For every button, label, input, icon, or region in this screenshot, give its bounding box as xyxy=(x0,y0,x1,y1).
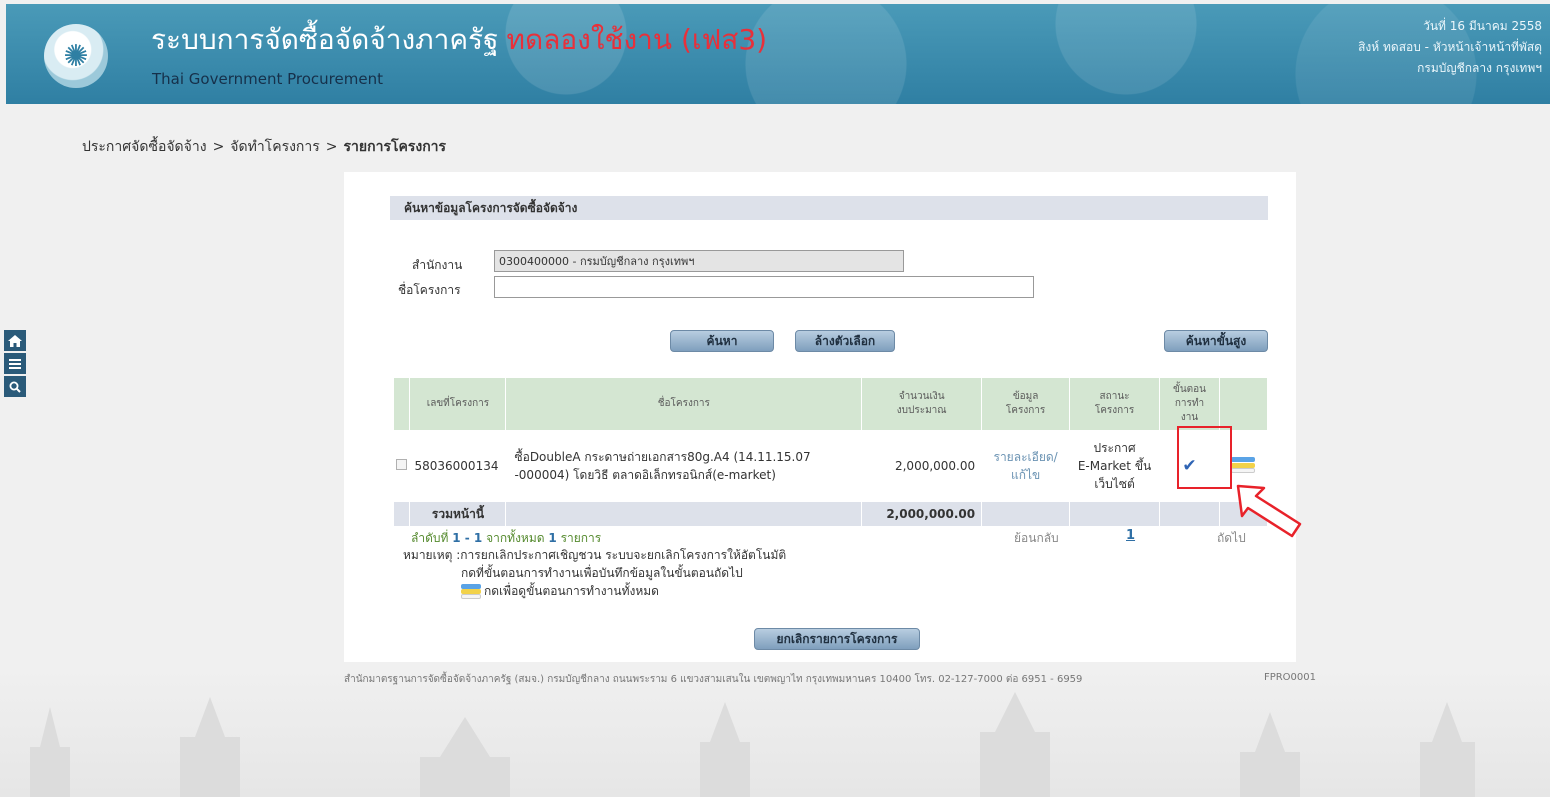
sum-row: รวมหน้านี้ 2,000,000.00 xyxy=(394,502,1269,526)
sum-value: 2,000,000.00 xyxy=(861,502,983,526)
header-project-no: เลขที่โครงการ xyxy=(409,378,507,430)
breadcrumb-item-announce[interactable]: ประกาศจัดซื้อจัดจ้าง xyxy=(82,139,207,155)
pager-items: รายการ xyxy=(560,531,602,545)
sum-empty-cell xyxy=(505,502,863,526)
notes-section: หมายเหตุ :การยกเลิกประกาศเชิญชวน ระบบจะย… xyxy=(403,546,786,600)
footer-code: FPRO0001 xyxy=(1263,672,1316,683)
breadcrumb-item-create[interactable]: จัดทำโครงการ xyxy=(230,139,319,155)
detail-link[interactable]: รายละเอียด/ แก้ไข xyxy=(981,430,1071,502)
header-status: สถานะ โครงการ xyxy=(1069,378,1161,430)
project-no-cell: 58036000134 xyxy=(409,430,507,502)
header-project-name: ชื่อโครงการ xyxy=(505,378,863,430)
sum-empty-cell xyxy=(394,502,411,526)
search-icon[interactable] xyxy=(4,376,26,397)
pager-prefix: ลำดับที่ xyxy=(411,531,449,545)
sum-empty-cell xyxy=(1159,502,1220,526)
row-checkbox-cell xyxy=(394,430,411,502)
breadcrumb: ประกาศจัดซื้อจัดจ้าง > จัดทำโครงการ > รายการ… xyxy=(82,136,446,158)
site-title-text: ระบบการจัดซื้อจัดจ้างภาครัฐ xyxy=(151,23,499,56)
detail-link-line1[interactable]: รายละเอียด/ xyxy=(982,448,1069,466)
header-step-line2: การทำ xyxy=(1174,398,1205,409)
current-date: วันที่ 16 มีนาคม 2558 xyxy=(1423,19,1542,33)
note-line3-row: กดเพื่อดูขั้นตอนการทำงานทั้งหมด xyxy=(403,582,786,600)
sum-empty-cell xyxy=(981,502,1071,526)
user-name[interactable]: สิงห์ ทดสอบ - หัวหน้าเจ้าหน้าที่พัสดุ xyxy=(1358,37,1542,58)
breadcrumb-separator: > xyxy=(325,139,338,155)
site-header: ✺ ระบบการจัดซื้อจัดจ้างภาครัฐ ทดลองใช้งาน… xyxy=(6,4,1550,104)
footer: สำนักมาตรฐานการจัดซื้อจัดจ้างภาครัฐ (สมจ… xyxy=(344,672,1316,687)
office-field[interactable] xyxy=(494,250,904,272)
detail-link-line2[interactable]: แก้ไข xyxy=(982,466,1069,484)
sum-empty-cell xyxy=(1069,502,1161,526)
all-steps-icon[interactable] xyxy=(1231,456,1256,474)
table-row: 58036000134 ซื้อDoubleA กระดาษถ่ายเอกสาร… xyxy=(394,430,1269,502)
row-checkbox[interactable] xyxy=(396,459,408,470)
status-line3: เว็บไซต์ xyxy=(1094,477,1135,491)
project-name-input[interactable] xyxy=(494,276,1034,298)
menu-icon[interactable] xyxy=(4,353,26,374)
pager-total: 1 xyxy=(548,531,557,545)
header-checkbox-col xyxy=(394,378,411,430)
footer-text: สำนักมาตรฐานการจัดซื้อจัดจ้างภาครัฐ (สมจ… xyxy=(344,674,1083,685)
status-line2: E-Market ขึ้น xyxy=(1077,459,1152,473)
step-highlight-box xyxy=(1177,426,1232,489)
search-section-title: ค้นหาข้อมูลโครงการจัดซื้อจัดจ้าง xyxy=(390,196,1268,220)
pager-from-all: จากทั้งหมด xyxy=(486,531,545,545)
note-line2: กดที่ขั้นตอนการทำงานเพื่อบันทึกข้อมูลในข… xyxy=(461,566,743,580)
search-button[interactable]: ค้นหา xyxy=(670,330,774,352)
header-budget-line2: งบประมาณ xyxy=(896,405,947,416)
pager-range: 1 - 1 xyxy=(452,531,483,545)
header-info-line2: โครงการ xyxy=(1005,405,1046,416)
trial-label: ทดลองใช้งาน (เฟส3) xyxy=(506,23,768,56)
site-subtitle: Thai Government Procurement xyxy=(152,70,383,88)
breadcrumb-current: รายการโครงการ xyxy=(343,139,447,155)
header-step: ขั้นตอน การทำ งาน xyxy=(1159,378,1220,430)
header-status-line2: โครงการ xyxy=(1094,405,1135,416)
project-name-line1: ซื้อDoubleA กระดาษถ่ายเอกสาร80g.A4 (14.1… xyxy=(514,450,811,464)
sum-label: รวมหน้านี้ xyxy=(409,502,507,526)
clear-button[interactable]: ล้างตัวเลือก xyxy=(795,330,895,352)
breadcrumb-separator: > xyxy=(212,139,225,155)
table-header-row: เลขที่โครงการ ชื่อโครงการ จำนวนเงิน งบปร… xyxy=(394,378,1269,430)
header-info-line1: ข้อมูล xyxy=(1012,391,1039,402)
project-table: เลขที่โครงการ ชื่อโครงการ จำนวนเงิน งบปร… xyxy=(394,378,1269,526)
site-title: ระบบการจัดซื้อจัดจ้างภาครัฐ ทดลองใช้งาน (… xyxy=(151,18,767,62)
project-name-label: ชื่อโครงการ xyxy=(398,283,461,297)
project-name-cell: ซื้อDoubleA กระดาษถ่ายเอกสาร80g.A4 (14.1… xyxy=(505,430,863,502)
status-line1: ประกาศ xyxy=(1093,441,1136,455)
pager-page-1[interactable]: 1 xyxy=(1126,528,1135,543)
user-info: วันที่ 16 มีนาคม 2558 สิงห์ ทดสอบ - หัวห… xyxy=(1358,16,1542,79)
side-toolbar xyxy=(4,330,26,399)
note-line3: กดเพื่อดูขั้นตอนการทำงานทั้งหมด xyxy=(484,584,659,598)
advanced-search-button[interactable]: ค้นหาขั้นสูง xyxy=(1164,330,1268,352)
header-all-steps xyxy=(1219,378,1269,430)
garuda-logo: ✺ xyxy=(44,24,108,88)
office-label: สำนักงาน xyxy=(412,258,463,272)
budget-cell: 2,000,000.00 xyxy=(861,430,983,502)
pager-prev[interactable]: ย้อนกลับ xyxy=(1014,529,1059,548)
header-budget: จำนวนเงิน งบประมาณ xyxy=(861,378,983,430)
home-icon[interactable] xyxy=(4,330,26,351)
header-budget-line1: จำนวนเงิน xyxy=(898,391,945,402)
header-status-line1: สถานะ xyxy=(1099,391,1130,402)
header-step-line1: ขั้นตอน xyxy=(1172,384,1206,395)
note-line1: หมายเหตุ :การยกเลิกประกาศเชิญชวน ระบบจะย… xyxy=(403,548,787,562)
status-cell: ประกาศ E-Market ขึ้น เว็บไซต์ xyxy=(1069,430,1161,502)
pager-next[interactable]: ถัดไป xyxy=(1217,529,1246,548)
cancel-project-button[interactable]: ยกเลิกรายการโครงการ xyxy=(754,628,920,650)
note-steps-icon xyxy=(461,583,481,599)
header-info: ข้อมูล โครงการ xyxy=(981,378,1071,430)
header-step-line3: งาน xyxy=(1180,412,1199,423)
project-name-line2: -000004) โดยวิธี ตลาดอิเล็กทรอนิกส์(e-ma… xyxy=(514,468,776,482)
user-department: กรมบัญชีกลาง กรุงเทพฯ xyxy=(1417,61,1542,75)
